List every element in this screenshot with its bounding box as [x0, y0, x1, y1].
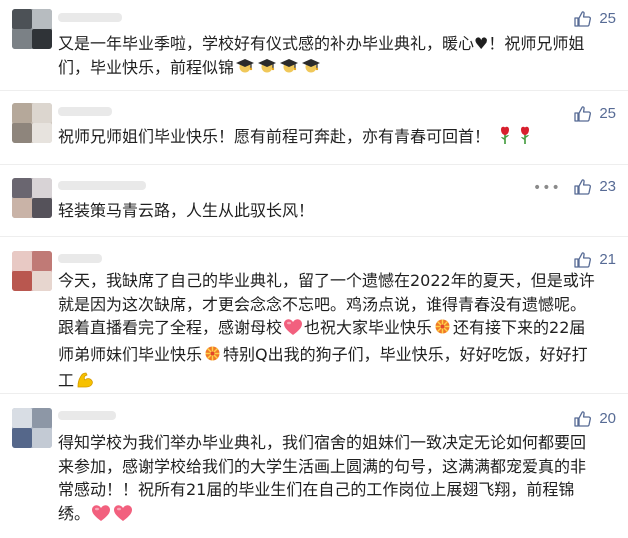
comment-text-line: 师弟师妹们毕业快乐 — [58, 344, 203, 364]
comment-text: 又是一年毕业季啦，学校好有仪式感的补办毕业典礼，暖心♥！祝师兄师姐 们，毕业快乐… — [58, 32, 610, 82]
heart-icon — [283, 318, 303, 343]
celebration-icon — [203, 344, 222, 370]
nickname-blurred — [58, 107, 112, 116]
thumbs-up-icon — [574, 251, 592, 268]
divider — [0, 236, 628, 237]
comment-text-line: 绣。 — [58, 503, 91, 523]
comment-text-line: 也祝大家毕业快乐 — [304, 318, 433, 337]
like-count: 25 — [599, 105, 616, 122]
thumbs-up-icon — [574, 105, 592, 122]
celebration-icon — [433, 317, 452, 343]
avatar[interactable] — [12, 9, 52, 49]
graduation-cap-icon — [257, 56, 277, 83]
avatar[interactable] — [12, 408, 52, 448]
like-count: 20 — [599, 410, 616, 427]
nickname-blurred — [58, 181, 146, 190]
comment-text-line: 就是因为这次缺席，才更会念念不忘吧。鸡汤点说，谁得青春没有遗憾呢。 — [58, 294, 587, 314]
rose-icon — [516, 125, 534, 152]
comment-text-line: 还有接下来的22届 — [453, 318, 586, 337]
flexed-biceps-icon — [75, 369, 95, 396]
more-dots-icon[interactable]: ••• — [533, 181, 561, 195]
comment-text-line: 们，毕业快乐，前程似锦 — [58, 57, 235, 77]
comment-text-line: 来参加，感谢学校给我们的大学生活画上圆满的句号，这满满都宠爱真的非 — [58, 456, 587, 476]
thumbs-up-icon — [574, 410, 592, 427]
nickname-blurred — [58, 254, 102, 263]
graduation-cap-icon — [301, 56, 321, 83]
divider — [0, 393, 628, 394]
comment-text: 祝师兄师姐们毕业快乐！愿有前程可奔赴，亦有青春可回首！ — [58, 125, 610, 152]
like-button[interactable]: 25 — [574, 10, 616, 27]
like-button[interactable]: 25 — [574, 105, 616, 122]
comment-text-line: 祝师兄师姐们毕业快乐！愿有前程可奔赴，亦有青春可回首！ — [58, 127, 491, 146]
like-button[interactable]: 23 — [574, 178, 616, 195]
heart-icon — [113, 504, 133, 529]
graduation-cap-icon — [235, 56, 255, 83]
like-count: 21 — [599, 251, 616, 268]
comment-text-line: 轻装策马青云路，人生从此驭长风！ — [58, 201, 315, 220]
like-button[interactable]: 20 — [574, 410, 616, 427]
comment-text-line: 今天，我缺席了自己的毕业典礼，留了一个遗憾在2022年的夏天，但是或许 — [58, 271, 595, 290]
comment-text-line: 又是一年毕业季啦，学校好有仪式感的补办毕业典礼，暖心♥！祝师兄师姐 — [58, 34, 585, 53]
like-count: 23 — [599, 178, 616, 195]
comment-text-line: 工 — [58, 371, 75, 390]
avatar[interactable] — [12, 251, 52, 291]
thumbs-up-icon — [574, 10, 592, 27]
comment-text-line: 特别Q出我的狗子们，毕业快乐，好好吃饭，好好打 — [223, 344, 588, 364]
avatar[interactable] — [12, 178, 52, 218]
like-count: 25 — [599, 10, 616, 27]
nickname-blurred — [58, 411, 116, 420]
heart-icon — [91, 504, 111, 529]
comment-text-line: 跟着直播看完了全程，感谢母校 — [58, 318, 283, 337]
comment-text-line: 得知学校为我们举办毕业典礼，我们宿舍的姐妹们一致决定无论如何都要回 — [58, 433, 587, 452]
avatar[interactable] — [12, 103, 52, 143]
comment-text: 得知学校为我们举办毕业典礼，我们宿舍的姐妹们一致决定无论如何都要回 来参加，感谢… — [58, 431, 610, 528]
comment-text: 轻装策马青云路，人生从此驭长风！ — [58, 199, 610, 223]
nickname-blurred — [58, 13, 122, 22]
rose-icon — [496, 125, 514, 152]
comment-text: 今天，我缺席了自己的毕业典礼，留了一个遗憾在2022年的夏天，但是或许 就是因为… — [58, 269, 610, 396]
thumbs-up-icon — [574, 178, 592, 195]
divider — [0, 164, 628, 165]
graduation-cap-icon — [279, 56, 299, 83]
comment-text-line: 常感动！！祝所有21届的毕业生们在自己的工作岗位上展翅飞翔，前程锦 — [58, 480, 575, 499]
like-button[interactable]: 21 — [574, 251, 616, 268]
comment-feed: 25 又是一年毕业季啦，学校好有仪式感的补办毕业典礼，暖心♥！祝师兄师姐 们，毕… — [0, 0, 628, 538]
divider — [0, 90, 628, 91]
